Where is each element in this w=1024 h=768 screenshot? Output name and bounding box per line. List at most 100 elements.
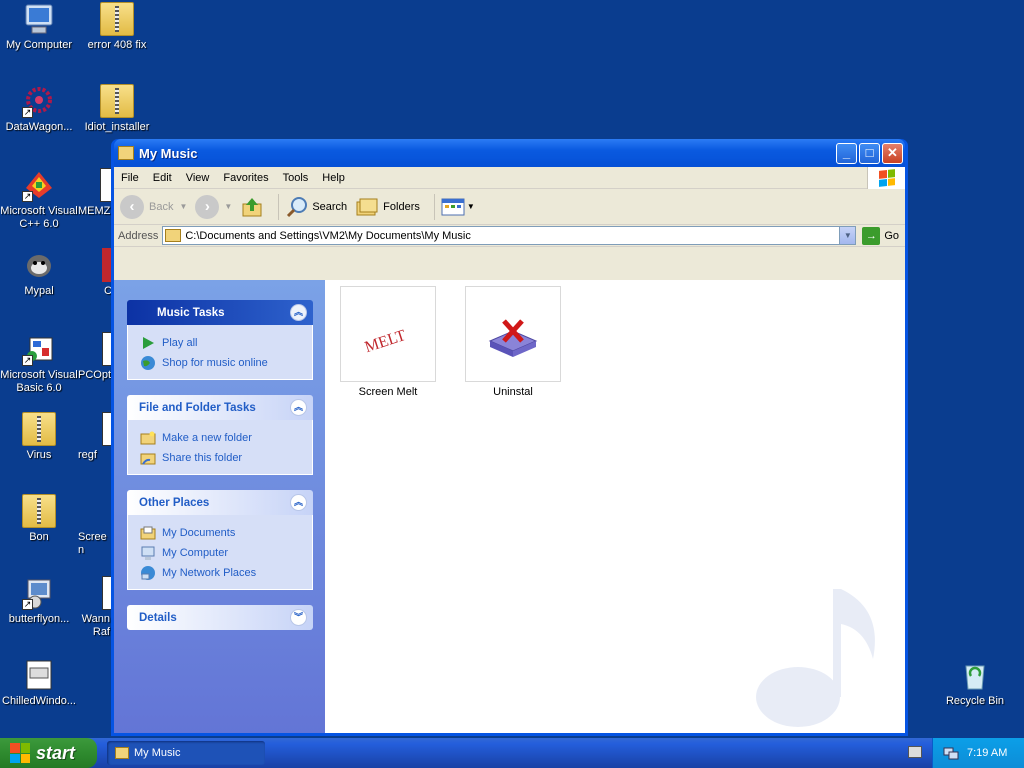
desktop-icon-regf[interactable]: regf bbox=[78, 412, 112, 462]
keyboard-icon[interactable] bbox=[908, 746, 922, 758]
chevron-down-icon: ▼ bbox=[466, 202, 475, 211]
zip-folder-icon bbox=[100, 84, 134, 118]
folder-icon bbox=[165, 229, 182, 242]
network-places-icon bbox=[140, 565, 156, 581]
toolbar-separator bbox=[278, 193, 280, 220]
screen-melt-thumbnail: MELT bbox=[340, 286, 436, 382]
desktop-icon-recycle-bin[interactable]: Recycle Bin bbox=[936, 658, 1014, 708]
desktop-icon-mypal[interactable]: Mypal bbox=[0, 248, 78, 298]
clock[interactable]: 7:19 AM bbox=[967, 747, 1007, 759]
network-icon[interactable] bbox=[943, 745, 959, 761]
desktop-icon-datawagon[interactable]: ↗ DataWagon... bbox=[0, 84, 78, 134]
collapse-icon[interactable]: ︽ bbox=[290, 494, 307, 511]
forward-button[interactable]: › ▼ bbox=[195, 194, 233, 219]
menu-bar: File Edit View Favorites Tools Help bbox=[114, 167, 905, 189]
my-documents-link[interactable]: My Documents bbox=[140, 523, 300, 543]
my-computer-icon bbox=[140, 545, 156, 561]
uninstall-icon bbox=[488, 319, 538, 357]
music-tasks-panel: Music Tasks ︽ Play all Shop for music on… bbox=[127, 300, 313, 380]
desktop-icon-visual-cpp[interactable]: ↗ Microsoft Visual C++ 6.0 bbox=[0, 168, 78, 231]
title-bar[interactable]: My Music _ □ ✕ bbox=[114, 139, 905, 167]
zip-folder-icon bbox=[22, 412, 56, 446]
new-folder-icon bbox=[140, 430, 156, 446]
menu-help[interactable]: Help bbox=[315, 172, 352, 184]
visual-basic-icon: ↗ bbox=[22, 332, 56, 366]
explorer-window: My Music _ □ ✕ File Edit View Favorites … bbox=[111, 139, 908, 736]
folders-button[interactable]: Folders bbox=[355, 196, 420, 218]
svg-text:MELT: MELT bbox=[363, 327, 408, 356]
desktop-icon-idiot-installer[interactable]: Idiot_installer bbox=[78, 84, 156, 134]
file-item-screen-melt[interactable]: MELT Screen Melt bbox=[333, 286, 443, 398]
window-app-icon bbox=[22, 658, 56, 692]
desktop-icon-error-408-fix[interactable]: error 408 fix bbox=[78, 2, 156, 52]
windows-logo-icon bbox=[867, 167, 905, 189]
butterfly-icon: ↗ bbox=[22, 576, 56, 610]
menu-favorites[interactable]: Favorites bbox=[216, 172, 275, 184]
file-name: Uninstal bbox=[493, 386, 533, 398]
my-computer-link[interactable]: My Computer bbox=[140, 543, 300, 563]
maximize-button[interactable]: □ bbox=[859, 142, 880, 164]
music-tasks-header[interactable]: Music Tasks ︽ bbox=[127, 300, 313, 325]
menu-edit[interactable]: Edit bbox=[146, 172, 179, 184]
up-folder-icon bbox=[242, 197, 262, 216]
make-new-folder-link[interactable]: Make a new folder bbox=[140, 428, 300, 448]
chevron-down-icon: ▼ bbox=[224, 202, 233, 211]
up-folder-button[interactable] bbox=[240, 195, 264, 219]
shop-music-online-link[interactable]: Shop for music online bbox=[140, 353, 300, 373]
address-bar: Address C:\Documents and Settings\VM2\My… bbox=[114, 225, 905, 247]
desktop-icon-bon[interactable]: Bon bbox=[0, 494, 78, 544]
collapse-icon[interactable]: ︽ bbox=[290, 399, 307, 416]
address-label: Address bbox=[118, 229, 159, 242]
details-panel: Details ︾ bbox=[127, 605, 313, 630]
chevron-down-icon: ▼ bbox=[179, 202, 188, 211]
play-all-link[interactable]: Play all bbox=[140, 333, 300, 353]
desktop-icon-memz[interactable]: MEMZ bbox=[78, 168, 112, 218]
desktop-icon-chilledwindows[interactable]: ChilledWindo... bbox=[0, 658, 78, 708]
details-header[interactable]: Details ︾ bbox=[127, 605, 313, 630]
file-folder-tasks-header[interactable]: File and Folder Tasks ︽ bbox=[127, 395, 313, 420]
close-button[interactable]: ✕ bbox=[882, 142, 903, 164]
menu-file[interactable]: File bbox=[114, 172, 146, 184]
address-dropdown-button[interactable]: ▼ bbox=[839, 227, 856, 244]
search-button[interactable]: Search bbox=[285, 195, 347, 219]
play-icon bbox=[140, 335, 156, 351]
visual-cpp-icon: ↗ bbox=[22, 168, 56, 202]
zip-folder-icon bbox=[100, 2, 134, 36]
folder-icon bbox=[118, 146, 134, 160]
address-input[interactable]: C:\Documents and Settings\VM2\My Documen… bbox=[162, 226, 857, 245]
mypal-icon bbox=[22, 248, 56, 282]
file-view[interactable]: MELT Screen Melt Uninstal bbox=[325, 280, 905, 733]
go-button[interactable]: → Go bbox=[862, 226, 899, 245]
desktop-icon-wannaraf[interactable]: Wann Raf bbox=[78, 576, 112, 639]
file-name: Screen Melt bbox=[358, 386, 418, 398]
forward-arrow-icon: › bbox=[195, 194, 220, 219]
menu-view[interactable]: View bbox=[179, 172, 217, 184]
folder-icon bbox=[115, 747, 129, 759]
taskbar-button-my-music[interactable]: My Music bbox=[107, 741, 265, 765]
views-button[interactable]: ▼ bbox=[441, 197, 475, 217]
minimize-button[interactable]: _ bbox=[836, 142, 857, 164]
desktop-icon-butterflyon[interactable]: ↗ butterflyon... bbox=[0, 576, 78, 626]
desktop-icon-virus[interactable]: Virus bbox=[0, 412, 78, 462]
desktop-icon-my-computer[interactable]: My Computer bbox=[0, 2, 78, 52]
expand-icon[interactable]: ︾ bbox=[290, 609, 307, 626]
menu-tools[interactable]: Tools bbox=[276, 172, 316, 184]
taskbar: start My Music 7:19 AM bbox=[0, 738, 1024, 768]
desktop-icon-screen[interactable]: Screen bbox=[78, 494, 112, 557]
back-button[interactable]: ‹ Back ▼ bbox=[120, 194, 188, 219]
other-places-header[interactable]: Other Places ︽ bbox=[127, 490, 313, 515]
share-this-folder-link[interactable]: Share this folder bbox=[140, 448, 300, 468]
file-item-uninstal[interactable]: Uninstal bbox=[458, 286, 568, 398]
desktop-icon-visual-basic[interactable]: ↗ Microsoft Visual Basic 6.0 bbox=[0, 332, 78, 395]
desktop-icon-c[interactable]: C bbox=[78, 248, 112, 298]
system-tray: 7:19 AM bbox=[932, 738, 1024, 768]
music-note-watermark-icon bbox=[756, 589, 875, 727]
desktop-icon-pcopt[interactable]: PCOpt bbox=[78, 332, 112, 382]
collapse-icon[interactable]: ︽ bbox=[290, 304, 307, 321]
folders-icon bbox=[356, 198, 378, 215]
search-icon bbox=[287, 196, 308, 217]
toolbar: ‹ Back ▼ › ▼ Search Folders ▼ bbox=[114, 189, 905, 225]
zip-folder-icon bbox=[22, 494, 56, 528]
my-network-places-link[interactable]: My Network Places bbox=[140, 563, 300, 583]
start-button[interactable]: start bbox=[0, 738, 97, 768]
